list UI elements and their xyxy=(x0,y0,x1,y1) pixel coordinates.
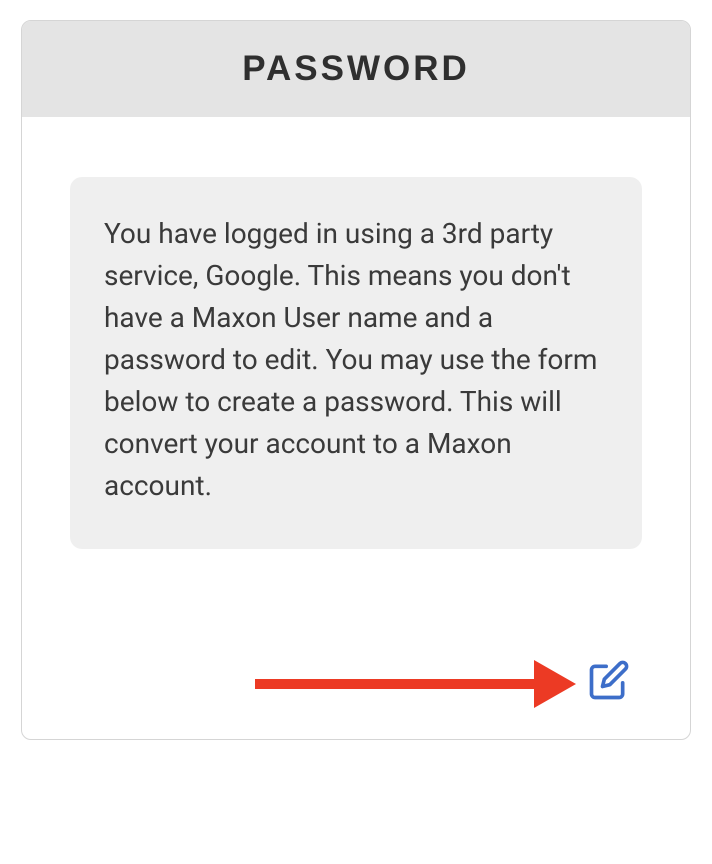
card-title: PASSWORD xyxy=(32,49,680,89)
arrow-line xyxy=(255,679,535,689)
arrow-head xyxy=(534,660,576,708)
edit-icon xyxy=(586,659,630,703)
edit-button[interactable] xyxy=(586,659,630,703)
info-text: You have logged in using a 3rd party ser… xyxy=(104,213,608,507)
card-header: PASSWORD xyxy=(22,21,690,117)
card-body: You have logged in using a 3rd party ser… xyxy=(22,117,690,739)
edit-row xyxy=(70,659,642,709)
info-box: You have logged in using a 3rd party ser… xyxy=(70,177,642,549)
arrow-annotation xyxy=(255,660,576,708)
password-card: PASSWORD You have logged in using a 3rd … xyxy=(21,20,691,740)
